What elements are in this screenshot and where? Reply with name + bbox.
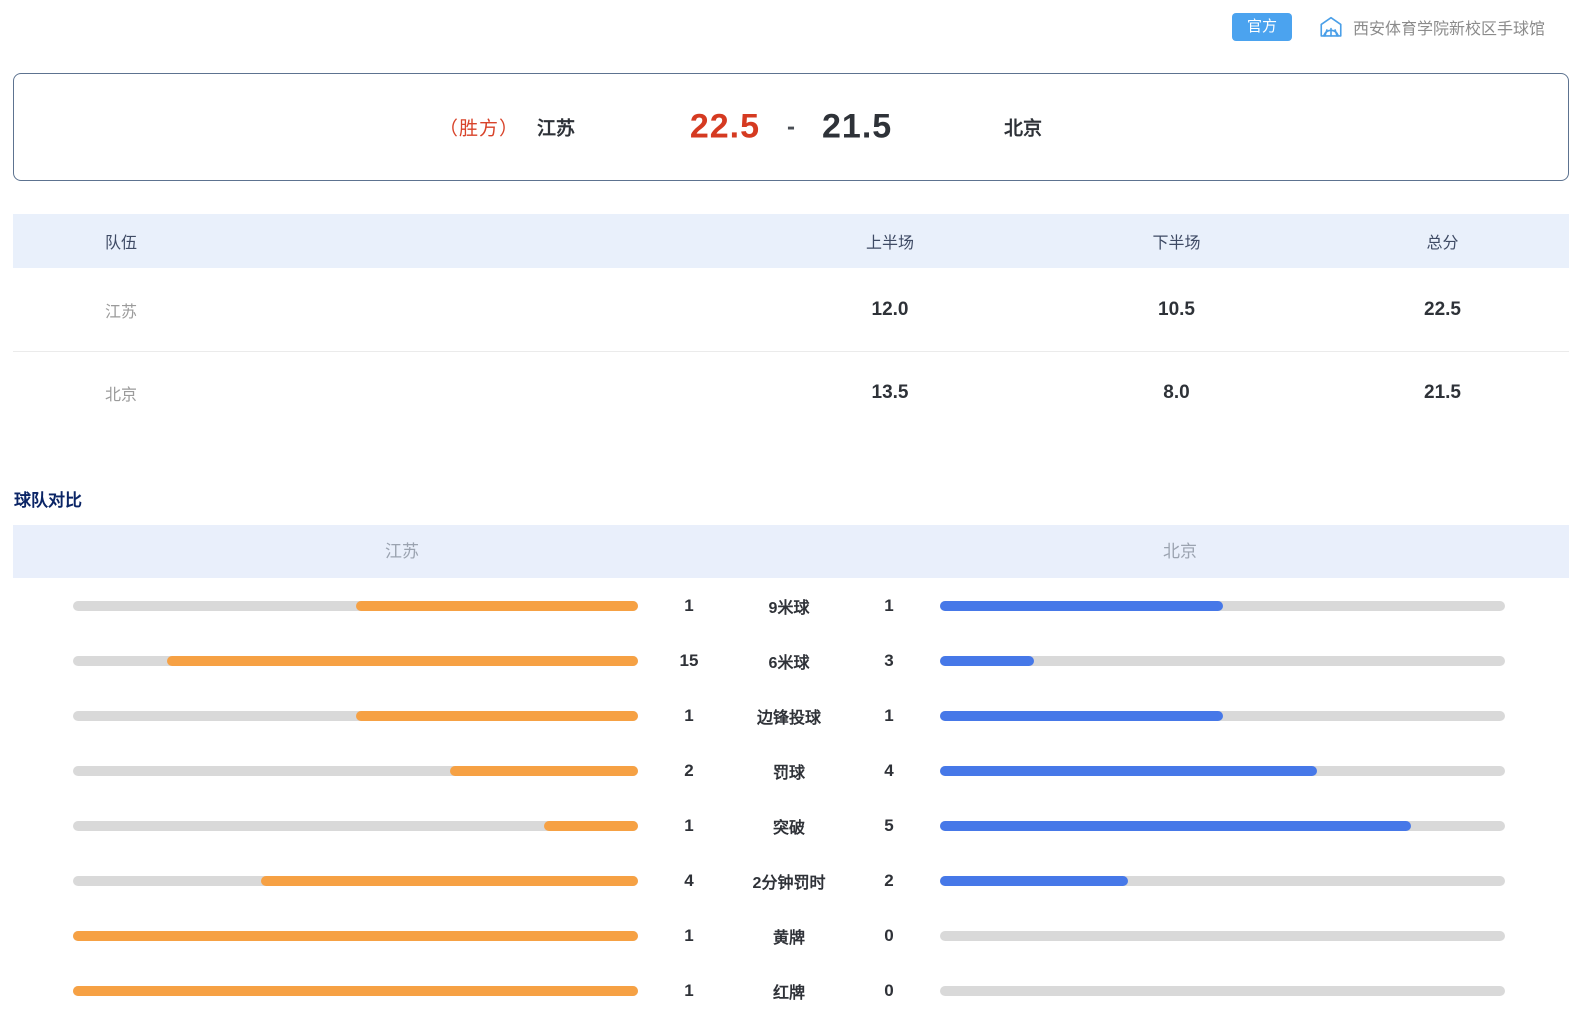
away-stat-bar (940, 931, 1505, 941)
first-half-cell: 13.5 (743, 382, 1037, 404)
home-stat-value: 4 (638, 871, 740, 891)
home-stat-bar-fill (73, 931, 638, 941)
comparison-right-team-label: 北京 (791, 525, 1569, 578)
scoreboard-card: （胜方） 江苏 22.5 - 21.5 北京 (13, 73, 1569, 181)
home-stat-bar-fill (261, 876, 638, 886)
stat-label: 6米球 (740, 649, 838, 673)
away-stat-bar (940, 821, 1505, 831)
away-stat-value: 1 (838, 706, 940, 726)
top-bar: 官方 西安体育学院新校区手球馆 (0, 0, 1582, 42)
away-stat-bar (940, 876, 1505, 886)
column-header-second-half: 下半场 (1037, 229, 1316, 253)
total-cell: 21.5 (1316, 382, 1569, 404)
away-stat-bar (940, 766, 1505, 776)
home-stat-bar-fill (544, 821, 638, 831)
stat-label: 黄牌 (740, 924, 838, 948)
away-stat-value: 4 (838, 761, 940, 781)
home-stat-bar (73, 821, 638, 831)
home-team-group: （胜方） 江苏 (439, 114, 575, 141)
away-stat-bar-fill (940, 656, 1034, 666)
stat-label: 突破 (740, 814, 838, 838)
venue-info: 西安体育学院新校区手球馆 (1318, 14, 1545, 40)
stadium-icon (1318, 14, 1344, 40)
column-header-first-half: 上半场 (743, 229, 1037, 253)
comparison-row: 1 边锋投球 1 (13, 688, 1569, 743)
official-badge[interactable]: 官方 (1232, 13, 1292, 41)
comparison-row: 4 2分钟罚时 2 (13, 853, 1569, 908)
stat-label: 9米球 (740, 594, 838, 618)
away-stat-bar-fill (940, 821, 1411, 831)
table-header-row: 队伍 上半场 下半场 总分 (13, 214, 1569, 268)
home-stat-bar-fill (450, 766, 638, 776)
away-team-name: 北京 (1004, 119, 1042, 140)
column-header-total: 总分 (1316, 229, 1569, 253)
home-stat-bar (73, 711, 638, 721)
home-score: 22.5 (690, 108, 760, 147)
home-stat-bar (73, 766, 638, 776)
home-stat-bar-fill (356, 711, 639, 721)
home-stat-bar-fill (356, 601, 639, 611)
home-stat-bar (73, 931, 638, 941)
table-row: 北京 13.5 8.0 21.5 (13, 351, 1569, 434)
stat-label: 罚球 (740, 759, 838, 783)
table-row: 江苏 12.0 10.5 22.5 (13, 268, 1569, 351)
halves-score-table: 队伍 上半场 下半场 总分 江苏 12.0 10.5 22.5 北京 13.5 … (13, 214, 1569, 434)
comparison-left-team-label: 江苏 (13, 525, 791, 578)
column-header-team: 队伍 (13, 229, 743, 253)
comparison-section-title: 球队对比 (14, 486, 1582, 511)
home-stat-value: 1 (638, 926, 740, 946)
home-stat-value: 1 (638, 816, 740, 836)
home-stat-value: 1 (638, 706, 740, 726)
away-score: 21.5 (822, 108, 892, 147)
comparison-row: 1 红牌 0 (13, 963, 1569, 1018)
away-stat-bar (940, 986, 1505, 996)
home-stat-bar (73, 986, 638, 996)
home-stat-value: 1 (638, 596, 740, 616)
away-stat-bar (940, 711, 1505, 721)
table-body: 江苏 12.0 10.5 22.5 北京 13.5 8.0 21.5 (13, 268, 1569, 434)
away-stat-value: 5 (838, 816, 940, 836)
first-half-cell: 12.0 (743, 299, 1037, 321)
home-stat-value: 2 (638, 761, 740, 781)
home-stat-bar (73, 656, 638, 666)
home-stat-bar (73, 876, 638, 886)
home-stat-value: 1 (638, 981, 740, 1001)
home-stat-value: 15 (638, 651, 740, 671)
comparison-row: 1 黄牌 0 (13, 908, 1569, 963)
winner-label: （胜方） (439, 114, 519, 141)
team-name-cell: 江苏 (13, 298, 743, 322)
away-stat-bar-fill (940, 711, 1223, 721)
away-stat-value: 0 (838, 926, 940, 946)
away-stat-bar-fill (940, 766, 1317, 776)
away-team-group: 北京 (1004, 114, 1042, 141)
away-stat-value: 3 (838, 651, 940, 671)
stat-label: 2分钟罚时 (740, 869, 838, 893)
team-name-cell: 北京 (13, 381, 743, 405)
comparison-row: 2 罚球 4 (13, 743, 1569, 798)
away-stat-bar (940, 656, 1505, 666)
score-separator: - (787, 113, 795, 141)
away-stat-bar-fill (940, 601, 1223, 611)
away-stat-bar-fill (940, 876, 1128, 886)
comparison-row: 15 6米球 3 (13, 633, 1569, 688)
venue-name: 西安体育学院新校区手球馆 (1353, 15, 1545, 39)
home-stat-bar-fill (167, 656, 638, 666)
away-stat-value: 1 (838, 596, 940, 616)
home-stat-bar (73, 601, 638, 611)
stat-label: 边锋投球 (740, 704, 838, 728)
away-stat-value: 2 (838, 871, 940, 891)
second-half-cell: 8.0 (1037, 382, 1316, 404)
second-half-cell: 10.5 (1037, 299, 1316, 321)
score-group: 22.5 - 21.5 (690, 108, 892, 147)
home-stat-bar-fill (73, 986, 638, 996)
away-stat-value: 0 (838, 981, 940, 1001)
home-team-name: 江苏 (537, 114, 575, 141)
comparison-row: 1 9米球 1 (13, 578, 1569, 633)
comparison-header: 江苏 北京 (13, 525, 1569, 578)
total-cell: 22.5 (1316, 299, 1569, 321)
comparison-rows: 1 9米球 1 15 6米球 3 1 边锋投球 1 2 罚球 4 (13, 578, 1569, 1018)
stat-label: 红牌 (740, 979, 838, 1003)
away-stat-bar (940, 601, 1505, 611)
comparison-row: 1 突破 5 (13, 798, 1569, 853)
